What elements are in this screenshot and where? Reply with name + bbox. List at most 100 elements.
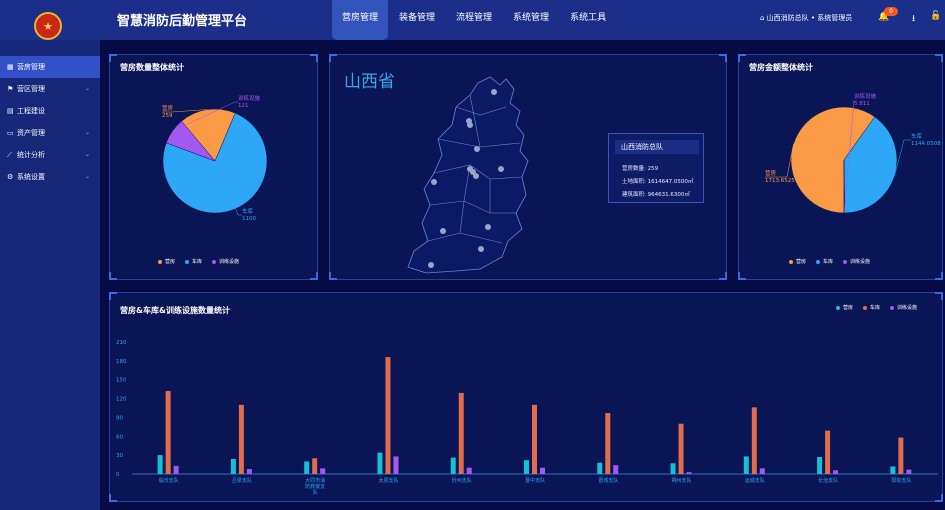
legend-swatch	[816, 259, 821, 264]
sidebar-item-label: 工程建设	[17, 107, 45, 115]
x-tick-label: 晋城支队	[598, 477, 618, 484]
sidebar-item[interactable]: ▭ 资产管理 ⌄	[0, 122, 100, 144]
pie-value: 1100	[242, 216, 256, 222]
pie-legend: 营房 车库 训练设施	[789, 258, 870, 265]
chevron-down-icon: ⌄	[84, 129, 90, 136]
bar	[246, 468, 252, 474]
bar	[540, 467, 545, 474]
pie-legend: 营房 车库 训练设施	[158, 258, 239, 265]
x-tick-label: 长治支队	[818, 477, 838, 484]
pie-value: 121	[238, 103, 249, 109]
nav-tab[interactable]: 流程管理	[446, 0, 502, 40]
bar	[466, 467, 472, 474]
info-line: 营房数量: 259	[622, 166, 659, 172]
bar	[157, 455, 163, 474]
bar	[532, 404, 537, 474]
bar	[759, 468, 765, 474]
legend-item[interactable]: 车库	[185, 258, 202, 265]
map-point	[431, 179, 437, 185]
nav-tab[interactable]: 系统管理	[503, 0, 559, 40]
legend-label: 车库	[192, 259, 203, 265]
grid-icon: ▤	[7, 107, 14, 115]
legend-item[interactable]: 训练设施	[843, 258, 870, 265]
y-tick-label: 30	[116, 453, 123, 459]
legend-label: 训练设施	[850, 259, 871, 265]
bar	[173, 465, 179, 474]
legend-swatch	[185, 259, 190, 264]
user-info[interactable]: ⌂ 山西消防总队 • 系统管理员	[760, 13, 852, 23]
pie-label: 训练设施	[854, 92, 877, 100]
bar	[377, 452, 383, 474]
x-tick-label: 大同市消	[305, 477, 325, 484]
legend-item[interactable]: 营房	[789, 258, 806, 265]
sidebar-item[interactable]: ▤ 工程建设	[0, 100, 100, 122]
bar	[524, 460, 529, 474]
legend-swatch	[158, 259, 162, 264]
pie-label: 训练设施	[238, 94, 261, 102]
map-point	[440, 228, 446, 234]
bar	[743, 456, 749, 474]
pie-value: 259	[162, 113, 173, 119]
map-point	[485, 224, 491, 230]
legend-swatch	[212, 259, 217, 264]
count-pie-chart: 营房259 车库1100 训练设施121	[162, 94, 268, 222]
lock-icon[interactable]: 🔓	[930, 11, 941, 21]
info-box: 山西消防总队 营房数量: 259 土地面积: 1614647.0500㎡ 建筑面…	[608, 133, 704, 203]
bar	[230, 458, 236, 474]
chevron-down-icon: ⌄	[84, 173, 90, 180]
x-tick-label: 临汾支队	[159, 477, 179, 484]
bar	[751, 407, 757, 474]
x-tick-label: 阳泉支队	[891, 477, 911, 484]
sidebar-item-label: 营房管理	[17, 63, 45, 71]
bar	[458, 392, 464, 474]
logo-emblem: ★	[34, 12, 62, 40]
y-tick-label: 210	[116, 340, 127, 346]
y-tick-label: 180	[116, 359, 127, 365]
flag-icon: ⚑	[7, 85, 14, 93]
sidebar-item-label: 营区管理	[17, 85, 45, 93]
amount-pie-chart: 营房1713.6525 车库1144.0508 训练设施5.811	[765, 92, 941, 214]
x-tick-label: 晋中支队	[525, 477, 545, 484]
x-tick-label: 防救援支	[305, 483, 325, 490]
nav-tab[interactable]: 系统工具	[560, 0, 616, 40]
legend-item[interactable]: 营房	[158, 258, 175, 265]
bar	[825, 430, 831, 474]
nav-tab[interactable]: 装备管理	[389, 0, 445, 40]
legend-label: 车库	[823, 259, 834, 265]
nav-tab[interactable]: 营房管理	[332, 0, 389, 40]
sidebar-item[interactable]: ⚙ 系统设置 ⌄	[0, 166, 100, 188]
info-line: 土地面积: 1614647.0500㎡	[622, 179, 694, 185]
legend-item[interactable]: 车库	[816, 258, 833, 265]
sidebar-item[interactable]: ⟋ 统计分析 ⌄	[0, 144, 100, 166]
sidebar-item[interactable]: ⚑ 营区管理 ⌄	[0, 78, 100, 100]
bar-panel: 营房&车库&训练设施数量统计 营房 车库 训练设施 0 30 60 90 120 150 180…	[109, 292, 943, 502]
amount-panel: 营房金额整体统计 营房 1713.6525 车库 1144.0508 训练设施 5.811…	[738, 54, 943, 280]
bar	[605, 413, 611, 474]
bar	[312, 458, 318, 474]
pie-value: 1144.0508	[911, 141, 941, 147]
y-tick-label: 150	[116, 378, 127, 384]
home-icon: ⌂	[760, 14, 767, 22]
count-panel: 营房数量整体统计 营房 259 车库 1100 训练设施 121 营房 车库 训练设施	[109, 54, 318, 280]
x-tick-label: 运城支队	[745, 477, 765, 484]
info-line: 建筑面积: 964631.6300㎡	[622, 192, 690, 198]
download-icon[interactable]: ⭳	[912, 11, 915, 27]
top-nav: 营房管理 装备管理 流程管理 系统管理 系统工具	[332, 0, 617, 40]
y-tick-label: 0	[116, 472, 120, 478]
legend-item[interactable]: 训练设施	[212, 258, 239, 265]
chart-icon: ⟋	[7, 151, 12, 159]
pie-value: 5.811	[854, 101, 870, 107]
legend-label: 营房	[796, 259, 807, 265]
bar	[597, 462, 603, 474]
pie-label: 车库	[911, 132, 923, 140]
y-tick-label: 60	[116, 434, 123, 440]
app-title: 智慧消防后勤管理平台	[117, 14, 248, 29]
x-tick-label: 忻州支队	[452, 477, 472, 484]
sidebar-item-label: 系统设置	[17, 173, 45, 181]
pie-value: 1713.6525	[765, 178, 795, 184]
bar	[385, 357, 391, 474]
notification-badge: 0	[884, 7, 898, 16]
map-point	[467, 122, 473, 128]
bar	[670, 463, 676, 474]
sidebar-item[interactable]: ▦ 营房管理	[0, 56, 100, 78]
